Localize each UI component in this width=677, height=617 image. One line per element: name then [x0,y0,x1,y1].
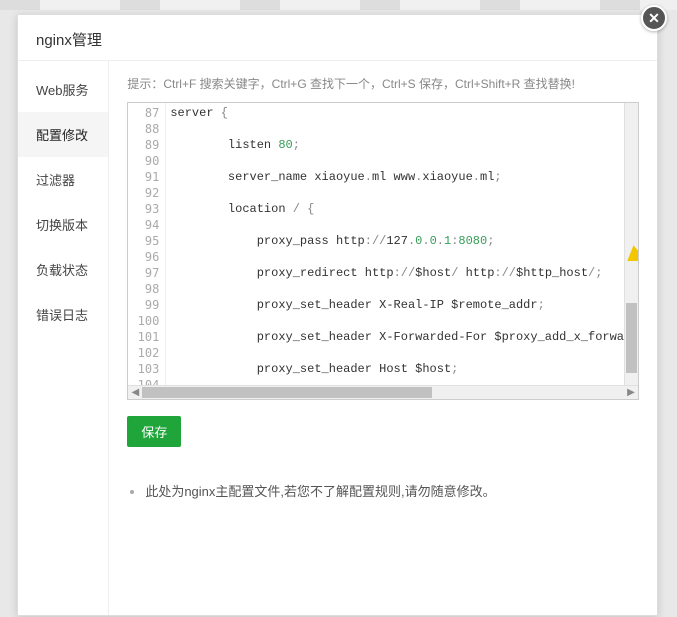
modal-title: nginx管理 [18,15,657,61]
note-list: 此处为nginx主配置文件,若您不了解配置规则,请勿随意修改。 [127,481,639,500]
sidebar-item-4[interactable]: 负载状态 [18,247,108,292]
horizontal-scroll-thumb[interactable] [142,387,432,398]
scroll-right-icon[interactable]: ▶ [624,386,638,400]
sidebar-item-1[interactable]: 配置修改 [18,112,108,157]
close-icon[interactable]: ✕ [641,5,667,31]
vertical-scrollbar[interactable] [624,103,638,385]
scroll-left-icon[interactable]: ◀ [128,386,142,400]
note-item: 此处为nginx主配置文件,若您不了解配置规则,请勿随意修改。 [145,481,639,500]
config-editor[interactable]: 8788899091929394959697989910010110210310… [127,102,639,400]
editor-hint: 提示：Ctrl+F 搜索关键字，Ctrl+G 查找下一个，Ctrl+S 保存，C… [127,75,639,92]
horizontal-scrollbar[interactable]: ◀ ▶ [128,385,638,399]
sidebar-item-3[interactable]: 切换版本 [18,202,108,247]
vertical-scroll-thumb[interactable] [626,303,637,373]
sidebar-item-0[interactable]: Web服务 [18,67,108,112]
sidebar-item-5[interactable]: 错误日志 [18,292,108,337]
sidebar-item-2[interactable]: 过滤器 [18,157,108,202]
nginx-manage-modal: ✕ nginx管理 Web服务配置修改过滤器切换版本负载状态错误日志 提示：Ct… [17,14,658,616]
sidebar: Web服务配置修改过滤器切换版本负载状态错误日志 [18,61,109,615]
save-button[interactable]: 保存 [127,416,181,447]
line-gutter: 8788899091929394959697989910010110210310… [128,103,166,385]
code-area[interactable]: server { listen 80; server_name xiaoyue.… [166,103,624,385]
